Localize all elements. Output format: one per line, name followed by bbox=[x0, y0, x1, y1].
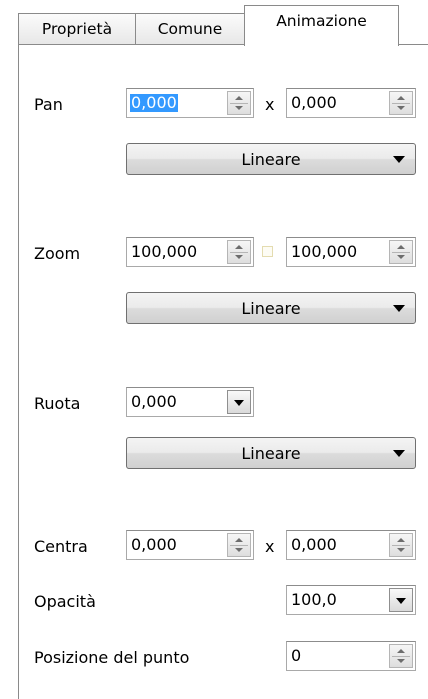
ruota-dropdown-button[interactable] bbox=[227, 390, 251, 414]
tab-proprieta[interactable]: Proprietà bbox=[18, 13, 136, 45]
spin-divider bbox=[392, 103, 410, 104]
pan-y-value[interactable]: 0,000 bbox=[291, 94, 337, 112]
zoom-interpolation-dropdown[interactable]: Lineare bbox=[126, 292, 416, 324]
chevron-down-icon bbox=[234, 400, 244, 406]
pan-separator: x bbox=[265, 95, 275, 114]
centra-y-spin-buttons[interactable] bbox=[389, 533, 413, 557]
spin-divider bbox=[392, 545, 410, 546]
spin-down-icon[interactable] bbox=[235, 548, 243, 552]
pan-x-spin-buttons[interactable] bbox=[227, 91, 251, 115]
spin-divider bbox=[230, 545, 248, 546]
centra-x-value[interactable]: 0,000 bbox=[131, 536, 177, 554]
centra-separator: x bbox=[265, 537, 275, 556]
ruota-value[interactable]: 0,000 bbox=[131, 393, 177, 411]
spin-down-icon[interactable] bbox=[397, 659, 405, 663]
spin-up-icon[interactable] bbox=[397, 245, 405, 249]
spin-up-icon[interactable] bbox=[235, 245, 243, 249]
opacita-label: Opacità bbox=[34, 592, 96, 611]
zoom-y-spinbox[interactable]: 100,000 bbox=[286, 237, 416, 267]
pan-y-spinbox[interactable]: 0,000 bbox=[286, 88, 416, 118]
spin-divider bbox=[230, 252, 248, 253]
chevron-down-icon bbox=[393, 450, 405, 457]
zoom-x-value[interactable]: 100,000 bbox=[131, 243, 197, 261]
centra-label: Centra bbox=[34, 537, 88, 556]
ruota-interpolation-dropdown[interactable]: Lineare bbox=[126, 437, 416, 469]
zoom-link-checkbox[interactable] bbox=[262, 246, 273, 257]
spin-up-icon[interactable] bbox=[235, 96, 243, 100]
zoom-y-spin-buttons[interactable] bbox=[389, 240, 413, 264]
spin-down-icon[interactable] bbox=[235, 255, 243, 259]
tab-comune-label: Comune bbox=[157, 19, 223, 38]
spin-down-icon[interactable] bbox=[397, 548, 405, 552]
opacita-dropdown-button[interactable] bbox=[389, 588, 413, 612]
spin-up-icon[interactable] bbox=[397, 538, 405, 542]
pan-x-spinbox[interactable]: 0,000 bbox=[126, 88, 254, 118]
posizione-spinbox[interactable]: 0 bbox=[286, 641, 416, 671]
zoom-label: Zoom bbox=[34, 244, 81, 263]
ruota-label: Ruota bbox=[34, 394, 81, 413]
centra-y-spinbox[interactable]: 0,000 bbox=[286, 530, 416, 560]
spin-up-icon[interactable] bbox=[235, 538, 243, 542]
zoom-x-spin-buttons[interactable] bbox=[227, 240, 251, 264]
spin-down-icon[interactable] bbox=[397, 106, 405, 110]
centra-x-spin-buttons[interactable] bbox=[227, 533, 251, 557]
spin-down-icon[interactable] bbox=[397, 255, 405, 259]
tab-comune[interactable]: Comune bbox=[135, 13, 245, 45]
chevron-down-icon bbox=[393, 305, 405, 312]
centra-y-value[interactable]: 0,000 bbox=[291, 536, 337, 554]
spin-divider bbox=[230, 103, 248, 104]
spin-down-icon[interactable] bbox=[235, 106, 243, 110]
pan-interpolation-dropdown[interactable]: Lineare bbox=[126, 143, 416, 175]
pan-interpolation-value: Lineare bbox=[241, 150, 301, 169]
ruota-combobox[interactable]: 0,000 bbox=[126, 387, 254, 417]
tab-animazione-label: Animazione bbox=[276, 12, 367, 31]
spin-up-icon[interactable] bbox=[397, 649, 405, 653]
pan-x-value[interactable]: 0,000 bbox=[130, 94, 178, 112]
centra-x-spinbox[interactable]: 0,000 bbox=[126, 530, 254, 560]
chevron-down-icon bbox=[393, 156, 405, 163]
animation-properties-panel: Proprietà Comune Animazione Pan 0,000 x … bbox=[0, 0, 428, 699]
posizione-value[interactable]: 0 bbox=[291, 647, 301, 665]
spin-divider bbox=[392, 656, 410, 657]
posizione-label: Posizione del punto bbox=[34, 648, 190, 667]
ruota-interpolation-value: Lineare bbox=[241, 444, 301, 463]
zoom-x-spinbox[interactable]: 100,000 bbox=[126, 237, 254, 267]
posizione-spin-buttons[interactable] bbox=[389, 644, 413, 668]
opacita-combobox[interactable]: 100,0 bbox=[286, 585, 416, 615]
zoom-interpolation-value: Lineare bbox=[241, 299, 301, 318]
tab-animazione[interactable]: Animazione bbox=[244, 5, 399, 46]
zoom-y-value[interactable]: 100,000 bbox=[291, 243, 357, 261]
pan-y-spin-buttons[interactable] bbox=[389, 91, 413, 115]
spin-divider bbox=[392, 252, 410, 253]
spin-up-icon[interactable] bbox=[397, 96, 405, 100]
opacita-value[interactable]: 100,0 bbox=[291, 591, 337, 609]
pan-label: Pan bbox=[34, 95, 63, 114]
tab-proprieta-label: Proprietà bbox=[41, 19, 113, 38]
chevron-down-icon bbox=[396, 598, 406, 604]
